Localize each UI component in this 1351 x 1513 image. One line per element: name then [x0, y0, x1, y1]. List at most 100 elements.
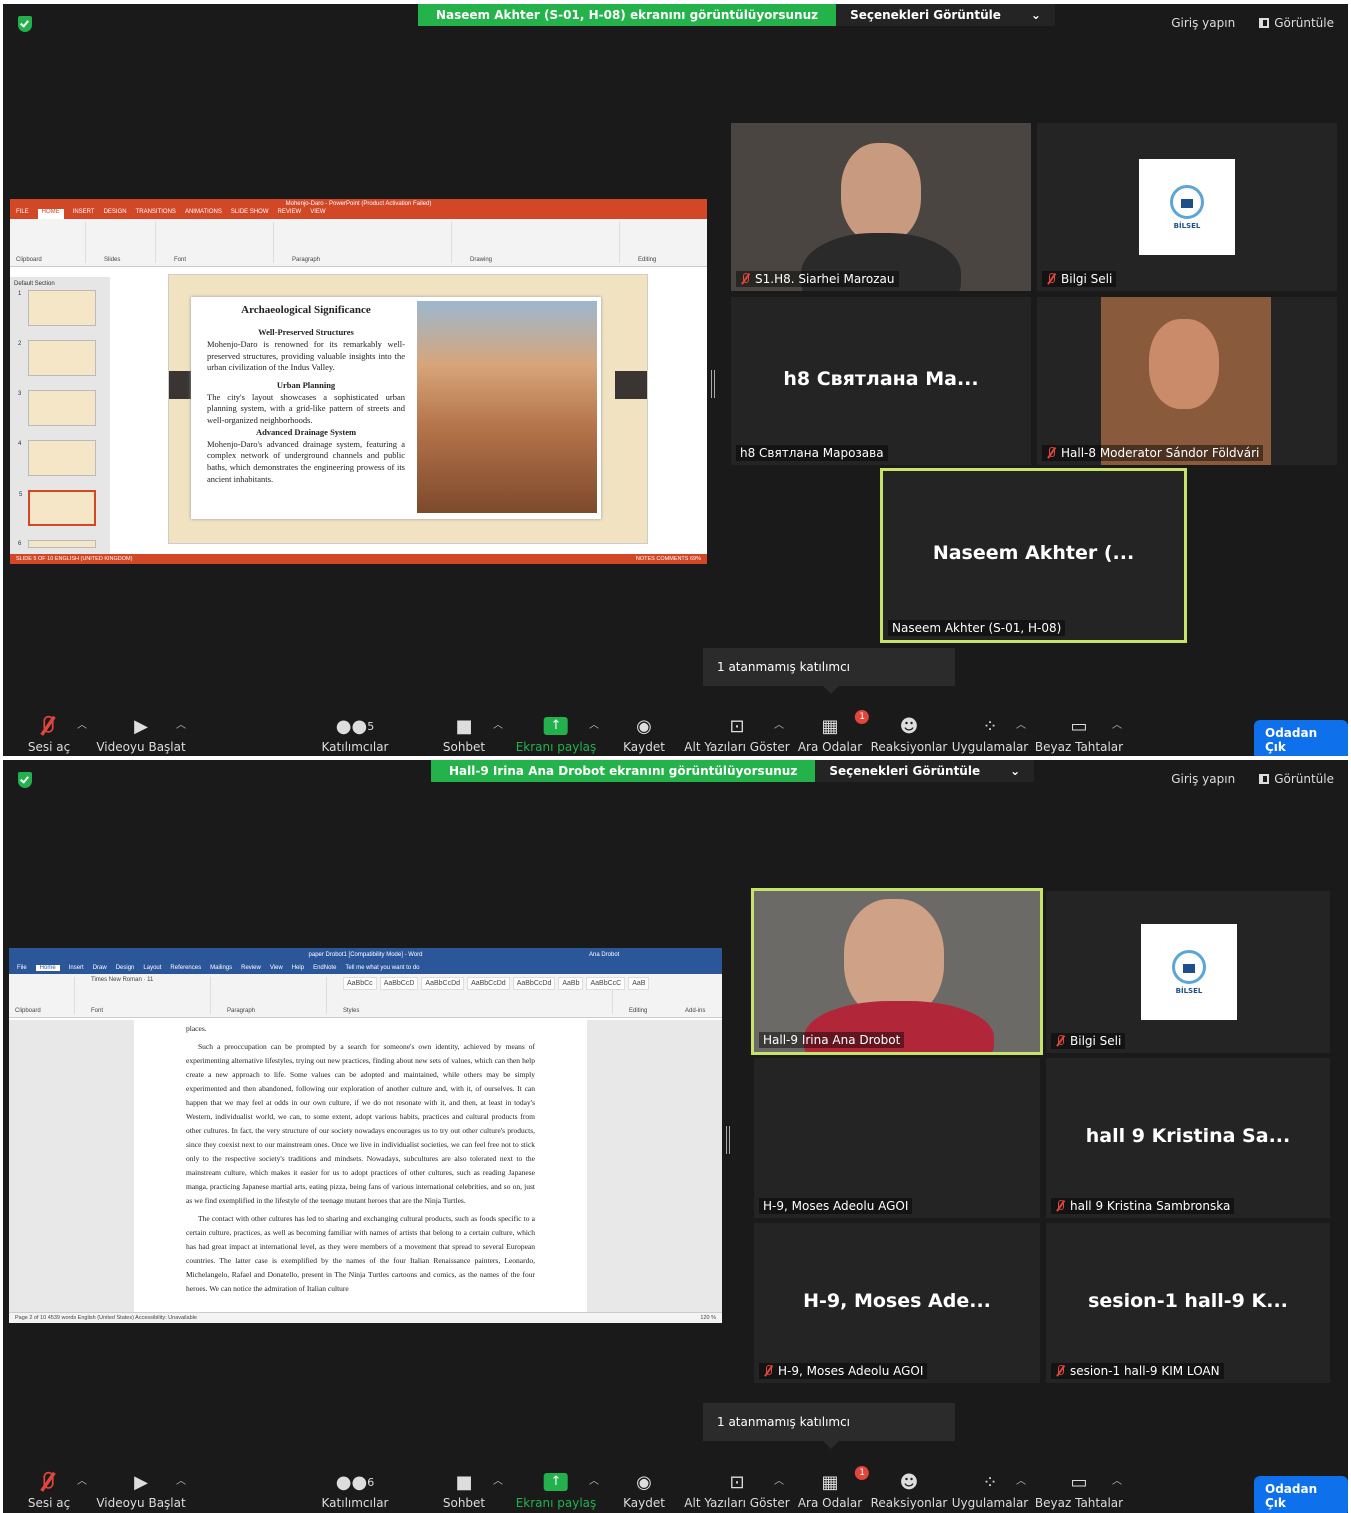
- slide-thumbnail-selected[interactable]: 5: [19, 490, 96, 526]
- slide-thumbnail[interactable]: 1: [18, 290, 96, 326]
- style-item[interactable]: AaBbCc: [343, 977, 377, 990]
- style-item[interactable]: AaBbCcC: [586, 977, 626, 990]
- reactions-button[interactable]: ☻ Reaksiyonlar: [871, 1468, 948, 1511]
- word-tab[interactable]: View: [270, 965, 283, 971]
- video-tile[interactable]: sesion-1 hall-9 K... sesion-1 hall-9 KIM…: [1046, 1223, 1330, 1383]
- video-tile[interactable]: H-9, Moses Adeolu AGOI: [754, 1058, 1040, 1218]
- chevron-up-icon[interactable]: ︿: [1112, 716, 1122, 731]
- chevron-up-icon[interactable]: ︿: [774, 716, 784, 731]
- chevron-up-icon[interactable]: ︿: [774, 1472, 784, 1487]
- breakout-rooms-button[interactable]: ▦ 1 Ara Odalar: [798, 710, 870, 754]
- word-tab[interactable]: Insert: [69, 965, 84, 971]
- video-tile[interactable]: S1.H8. Siarhei Marozau: [731, 123, 1031, 291]
- ppt-tab[interactable]: SLIDE SHOW: [231, 209, 269, 219]
- style-item[interactable]: AaBbCcD: [379, 977, 419, 990]
- leave-room-button[interactable]: Odadan Çık: [1254, 1476, 1348, 1513]
- split-handle[interactable]: [726, 1126, 730, 1154]
- view-button[interactable]: Görüntüle: [1259, 772, 1334, 786]
- word-title: paper Drobot1 [Compatibility Mode] - Wor…: [308, 952, 423, 958]
- word-tab[interactable]: Mailings: [210, 965, 232, 971]
- start-video-button[interactable]: ▶ Videoyu Başlat: [96, 1468, 185, 1511]
- word-tab[interactable]: Layout: [143, 965, 161, 971]
- video-tile[interactable]: hall 9 Kristina Sa... hall 9 Kristina Sa…: [1046, 1058, 1330, 1218]
- word-tab[interactable]: References: [170, 965, 201, 971]
- style-item[interactable]: AaBbCcDd: [512, 977, 556, 990]
- ppt-tab[interactable]: TRANSITIONS: [136, 209, 176, 219]
- share-screen-button[interactable]: ↑ Ekranı paylaş: [516, 712, 596, 754]
- font-size-box[interactable]: 11: [147, 977, 153, 983]
- ppt-tab[interactable]: DESIGN: [104, 209, 127, 219]
- slide-number: 6: [18, 541, 22, 547]
- chat-button[interactable]: ■ Sohbet: [443, 712, 485, 755]
- participants-button[interactable]: ●● 5 Katılımcılar: [322, 712, 389, 755]
- chevron-up-icon[interactable]: ︿: [589, 716, 599, 731]
- chevron-up-icon[interactable]: ︿: [1016, 716, 1026, 731]
- ppt-tab[interactable]: ANIMATIONS: [185, 209, 222, 219]
- chat-button[interactable]: ■ Sohbet: [443, 1468, 485, 1511]
- video-tile[interactable]: BİLSEL Bilgi Seli: [1046, 891, 1330, 1053]
- signin-link[interactable]: Giriş yapın: [1171, 772, 1235, 786]
- whiteboards-button[interactable]: ▭ Beyaz Tahtalar: [1035, 1468, 1123, 1511]
- ppt-tab[interactable]: VIEW: [310, 209, 325, 219]
- record-button[interactable]: ◉ Kaydet: [623, 712, 665, 755]
- zoom-level[interactable]: 120 %: [700, 1315, 716, 1321]
- view-options-button[interactable]: Seçenekleri Görüntüle ⌄: [836, 4, 1055, 26]
- video-tile[interactable]: Hall-8 Moderator Sándor Földvári: [1037, 297, 1337, 465]
- signin-link[interactable]: Giriş yapın: [1171, 16, 1235, 30]
- breakout-badge: 1: [855, 1466, 870, 1480]
- ppt-tab[interactable]: INSERT: [73, 209, 95, 219]
- unassigned-participants-popup[interactable]: 1 atanmamış katılımcı: [703, 1403, 955, 1449]
- split-handle[interactable]: [711, 370, 715, 398]
- start-video-button[interactable]: ▶ Videoyu Başlat: [96, 712, 185, 755]
- participants-button[interactable]: ●● 6 Katılımcılar: [322, 1468, 389, 1511]
- unmute-button[interactable]: Sesi aç: [28, 1468, 70, 1510]
- word-tab[interactable]: EndNote: [313, 965, 336, 971]
- ppt-tab[interactable]: REVIEW: [278, 209, 302, 219]
- slide-thumbnail[interactable]: 2: [18, 340, 96, 376]
- video-tile[interactable]: h8 Святлана Ма... h8 Святлана Марозава: [731, 297, 1031, 465]
- chevron-up-icon[interactable]: ︿: [176, 1472, 186, 1487]
- chevron-up-icon[interactable]: ︿: [77, 716, 87, 731]
- share-screen-button[interactable]: ↑ Ekranı paylaş: [516, 1468, 596, 1510]
- chevron-up-icon[interactable]: ︿: [493, 1472, 503, 1487]
- chevron-up-icon[interactable]: ︿: [493, 716, 503, 731]
- style-gallery[interactable]: AaBbCc AaBbCcD AaBbCcDd AaBbCcDd AaBbCcD…: [343, 977, 650, 990]
- word-tab[interactable]: Draw: [93, 965, 107, 971]
- word-tab[interactable]: Home: [35, 965, 60, 971]
- chevron-up-icon[interactable]: ︿: [77, 1472, 87, 1487]
- style-item[interactable]: AaBbCcDd: [421, 977, 465, 990]
- style-item[interactable]: AaBbCcDd: [467, 977, 510, 990]
- chevron-up-icon[interactable]: ︿: [1112, 1472, 1122, 1487]
- word-tab[interactable]: Help: [292, 965, 304, 971]
- unmute-button[interactable]: Sesi aç: [28, 712, 70, 754]
- tell-me-search[interactable]: Tell me what you want to do: [345, 965, 419, 971]
- encryption-shield-icon[interactable]: [18, 16, 32, 32]
- record-button[interactable]: ◉ Kaydet: [623, 1468, 665, 1511]
- word-tab[interactable]: Design: [116, 965, 135, 971]
- ppt-tab[interactable]: HOME: [37, 209, 64, 219]
- chevron-up-icon[interactable]: ︿: [1016, 1472, 1026, 1487]
- chevron-up-icon[interactable]: ︿: [176, 716, 186, 731]
- ppt-tab[interactable]: FILE: [16, 209, 29, 219]
- word-tab[interactable]: Review: [241, 965, 261, 971]
- slide-thumbnail[interactable]: 3: [18, 390, 96, 426]
- style-item[interactable]: AaBb: [558, 977, 584, 990]
- video-tile[interactable]: H-9, Moses Ade... H-9, Moses Adeolu AGOI: [754, 1223, 1040, 1383]
- slide-thumbnail[interactable]: 6: [18, 540, 96, 548]
- document-page[interactable]: places. Such a preoccupation can be prom…: [134, 1020, 587, 1310]
- unassigned-participants-popup[interactable]: 1 atanmamış katılımcı: [703, 648, 955, 694]
- slide-thumbnail[interactable]: 4: [18, 440, 96, 476]
- view-button[interactable]: Görüntüle: [1259, 16, 1334, 30]
- font-name-box[interactable]: Times New Roman: [91, 977, 142, 983]
- word-tab[interactable]: File: [17, 965, 27, 971]
- active-speaker-tile[interactable]: Naseem Akhter (... Naseem Akhter (S-01, …: [880, 468, 1187, 643]
- whiteboards-button[interactable]: ▭ Beyaz Tahtalar: [1035, 712, 1123, 755]
- active-speaker-tile[interactable]: Hall-9 Irina Ana Drobot: [751, 888, 1043, 1055]
- view-options-button[interactable]: Seçenekleri Görüntüle ⌄: [815, 760, 1035, 782]
- reactions-button[interactable]: ☻ Reaksiyonlar: [871, 712, 948, 755]
- leave-room-button[interactable]: Odadan Çık: [1254, 720, 1348, 756]
- video-tile[interactable]: BİLSEL Bilgi Seli: [1037, 123, 1337, 291]
- encryption-shield-icon[interactable]: [18, 772, 32, 788]
- breakout-rooms-button[interactable]: ▦ 1 Ara Odalar: [798, 1466, 870, 1510]
- chevron-up-icon[interactable]: ︿: [589, 1472, 599, 1487]
